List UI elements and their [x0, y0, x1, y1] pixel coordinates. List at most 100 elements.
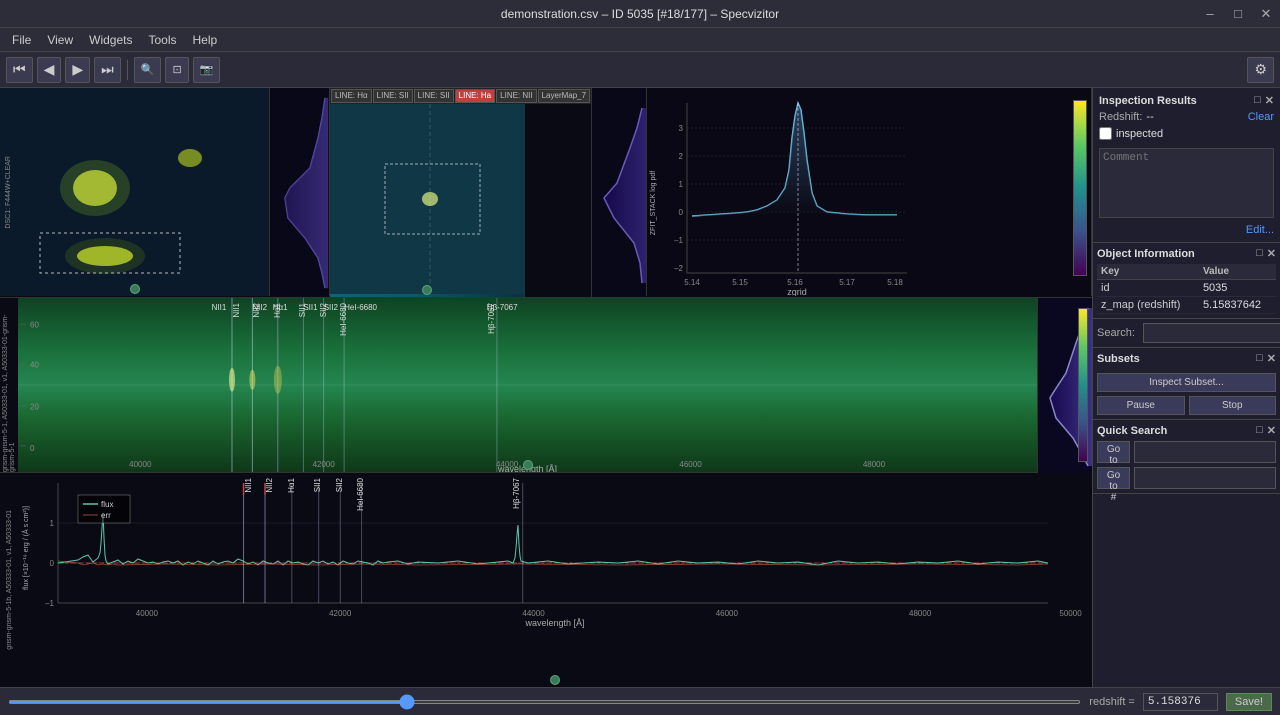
- svg-text:flux [×10⁻¹⁹ erg / (Å s cm²)]: flux [×10⁻¹⁹ erg / (Å s cm²)]: [21, 506, 30, 590]
- clear-button[interactable]: Clear: [1248, 111, 1274, 123]
- quick-search-expand-icon[interactable]: □: [1256, 424, 1263, 437]
- save-button[interactable]: Save!: [1226, 693, 1272, 711]
- table-row: z_map (redshift) 5.15837642: [1097, 297, 1276, 314]
- bottombar: redshift = Save!: [0, 687, 1280, 715]
- object-info-table: Key Value id 5035 z_map (redshift) 5.158…: [1097, 264, 1276, 314]
- val-zmap: 5.15837642: [1199, 297, 1276, 314]
- obj-info-expand-icon[interactable]: □: [1256, 247, 1263, 260]
- svg-text:Hα1: Hα1: [273, 303, 288, 312]
- svg-text:SII2: SII2: [324, 303, 339, 312]
- subsets-section: Subsets □ ✕ Inspect Subset... Pause Stop: [1093, 348, 1280, 420]
- quick-search-title: Quick Search □ ✕: [1097, 424, 1276, 437]
- search-input[interactable]: [1143, 323, 1280, 343]
- menu-widgets[interactable]: Widgets: [81, 31, 140, 49]
- subsets-expand-icon[interactable]: □: [1256, 352, 1263, 365]
- svg-text:48000: 48000: [863, 460, 886, 469]
- svg-text:HeI-6680: HeI-6680: [344, 303, 377, 312]
- image-main: DSC1: F444W+CLEAR: [0, 88, 270, 296]
- zfit-panel: 3 2 1 0 –1 –2 5.14 5.15 5.16 5.17 5.18 z…: [647, 88, 1092, 296]
- inspection-results-close-icon[interactable]: ✕: [1265, 94, 1274, 107]
- inspected-row: inspected: [1099, 127, 1274, 140]
- tab-line-ha2[interactable]: LINE: Ha: [455, 89, 495, 103]
- menu-help[interactable]: Help: [185, 31, 226, 49]
- back-start-button[interactable]: ⏮: [6, 57, 33, 83]
- stop-button[interactable]: Stop: [1189, 396, 1277, 415]
- key-zmap: z_map (redshift): [1097, 297, 1199, 314]
- svg-text:2: 2: [679, 152, 684, 161]
- minimize-button[interactable]: –: [1196, 0, 1224, 28]
- subsets-title: Subsets □ ✕: [1097, 352, 1276, 365]
- window-title: demonstration.csv – ID 5035 [#18/177] – …: [501, 7, 779, 21]
- colorbar-zfit: [1073, 100, 1087, 276]
- val-id: 5035: [1199, 280, 1276, 297]
- obj-info-close-icon[interactable]: ✕: [1267, 247, 1276, 260]
- redshift-value: --: [1146, 111, 1153, 123]
- zoom-button[interactable]: 🔍: [134, 57, 162, 83]
- subsets-close-icon[interactable]: ✕: [1267, 352, 1276, 365]
- comment-textarea[interactable]: [1099, 148, 1274, 218]
- svg-text:3: 3: [679, 124, 684, 133]
- svg-text:44000: 44000: [522, 609, 545, 618]
- goto-hash-button[interactable]: Go to #: [1097, 467, 1130, 489]
- forward-button[interactable]: ▶: [65, 57, 90, 83]
- tab-line-sii2[interactable]: LINE: SII: [414, 89, 454, 103]
- titlebar: demonstration.csv – ID 5035 [#18/177] – …: [0, 0, 1280, 28]
- image-middle: [330, 104, 525, 297]
- maximize-button[interactable]: □: [1224, 0, 1252, 28]
- inspection-results-expand-icon[interactable]: □: [1254, 94, 1261, 107]
- tab-layer-map[interactable]: LayerMap_7: [538, 89, 590, 103]
- inspected-checkbox[interactable]: [1099, 127, 1112, 140]
- forward-end-button[interactable]: ⏭: [94, 57, 121, 83]
- quick-search-close-icon[interactable]: ✕: [1267, 424, 1276, 437]
- redshift-label-bottom: redshift =: [1089, 696, 1135, 708]
- svg-text:–1: –1: [45, 599, 54, 608]
- pause-stop-row: Pause Stop: [1097, 396, 1276, 415]
- svg-text:46000: 46000: [716, 609, 739, 618]
- object-info-title: Object Information □ ✕: [1097, 247, 1276, 260]
- tab-line-nii[interactable]: LINE: NII: [496, 89, 536, 103]
- position-slider[interactable]: [8, 700, 1081, 704]
- inspect-subset-button[interactable]: Inspect Subset...: [1097, 373, 1276, 392]
- spectrum-1d-canvas: 1 0 –1 40000 42000 44000 46000 48000 500…: [18, 473, 1092, 687]
- side-profile2-canvas: [592, 88, 647, 296]
- tab-line-ha1[interactable]: LINE: Hα: [331, 89, 372, 103]
- close-button[interactable]: ✕: [1252, 0, 1280, 28]
- goto-id-button[interactable]: Go to ID: [1097, 441, 1130, 463]
- image-tabs: LINE: Hα LINE: SII LINE: SII LINE: Ha LI…: [330, 88, 591, 104]
- svg-text:1: 1: [679, 180, 684, 189]
- menu-file[interactable]: File: [4, 31, 39, 49]
- pause-button[interactable]: Pause: [1097, 396, 1185, 415]
- screenshot-button[interactable]: 📷: [193, 57, 221, 83]
- spectrum-2d-main: 60 40 20 0 40000 42000 44000 46000 48000…: [18, 298, 1037, 472]
- svg-text:48000: 48000: [909, 609, 932, 618]
- back-button[interactable]: ◀: [37, 57, 62, 83]
- search-row: Search: Columns...: [1093, 319, 1280, 348]
- reset-view-button[interactable]: ⊡: [165, 57, 188, 83]
- spectrum-2d-section: grism-grism-5-1, A50333-01, v1, A50333-0…: [0, 298, 1092, 473]
- svg-text:0: 0: [679, 208, 684, 217]
- right-panel: Inspection Results □ ✕ Redshift: -- Clea…: [1092, 88, 1280, 687]
- colorbar-2d: [1078, 308, 1088, 462]
- col-key: Key: [1097, 264, 1199, 280]
- svg-text:ZFIT_STACK log pdf: ZFIT_STACK log pdf: [650, 171, 657, 236]
- menubar: File View Widgets Tools Help: [0, 28, 1280, 52]
- svg-text:0: 0: [50, 559, 55, 568]
- spectrum-2d-canvas: 60 40 20 0 40000 42000 44000 46000 48000…: [18, 298, 1037, 472]
- svg-text:42000: 42000: [313, 460, 336, 469]
- menu-tools[interactable]: Tools: [141, 31, 185, 49]
- image-side-profile: [270, 88, 330, 296]
- goto-id-input[interactable]: [1134, 441, 1276, 463]
- menu-view[interactable]: View: [39, 31, 81, 49]
- zfit-canvas: 3 2 1 0 –1 –2 5.14 5.15 5.16 5.17 5.18 z…: [647, 88, 1091, 296]
- redshift-input[interactable]: [1143, 693, 1218, 711]
- inspection-results-title: Inspection Results □ ✕: [1099, 94, 1274, 107]
- settings-button[interactable]: ⚙: [1247, 57, 1274, 83]
- goto-hash-input[interactable]: [1134, 467, 1276, 489]
- svg-text:46000: 46000: [679, 460, 702, 469]
- svg-text:5.18: 5.18: [887, 278, 903, 287]
- edit-link[interactable]: Edit...: [1099, 224, 1274, 236]
- main-image-canvas: [0, 88, 269, 296]
- tab-line-sii1[interactable]: LINE: SII: [373, 89, 413, 103]
- middle-image-canvas: [330, 104, 525, 294]
- top-section: DSC1: F444W+CLEAR: [0, 88, 1092, 298]
